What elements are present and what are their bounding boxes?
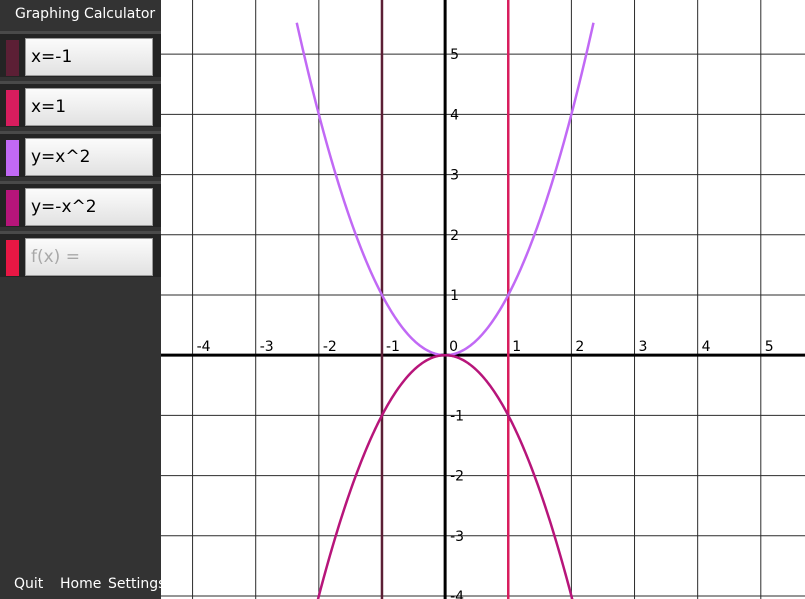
function-color-swatch[interactable]: [6, 190, 19, 226]
function-color-swatch[interactable]: [6, 240, 19, 276]
function-input[interactable]: [25, 38, 153, 76]
y-tick-label: 2: [450, 228, 459, 244]
function-color-swatch[interactable]: [6, 40, 19, 76]
graph-canvas[interactable]: -4 -3 -2 -1 0 1 2 3 4 5-4-3-2-112345: [161, 0, 805, 599]
y-tick-label: -2: [450, 469, 464, 485]
x-tick-label: 3: [639, 339, 648, 355]
function-color-swatch[interactable]: [6, 90, 19, 126]
function-input[interactable]: [25, 238, 153, 276]
sidebar: Graphing Calculator Quit Home Settings: [0, 0, 165, 599]
function-color-swatch[interactable]: [6, 140, 19, 176]
settings-button[interactable]: Settings: [108, 576, 165, 592]
function-row: [0, 181, 161, 227]
x-tick-label: 1: [512, 339, 521, 355]
y-tick-label: -3: [450, 529, 464, 545]
function-row: [0, 81, 161, 127]
function-input[interactable]: [25, 188, 153, 226]
y-tick-label: 1: [450, 288, 459, 304]
x-tick-label: 2: [575, 339, 584, 355]
x-tick-label: -1: [386, 339, 400, 355]
function-row: [0, 231, 161, 277]
function-row: [0, 31, 161, 77]
x-tick-label: -3: [260, 339, 274, 355]
y-tick-label: -4: [450, 589, 464, 599]
function-row: [0, 131, 161, 177]
x-tick-label: 5: [765, 339, 774, 355]
app-title: Graphing Calculator: [15, 6, 156, 22]
y-tick-label: 3: [450, 168, 459, 184]
y-tick-label: 4: [450, 107, 459, 123]
y-tick-label: 5: [450, 47, 459, 63]
x-tick-label: 4: [702, 339, 711, 355]
x-tick-label: -2: [323, 339, 337, 355]
x-tick-label: -4: [197, 339, 211, 355]
function-input[interactable]: [25, 138, 153, 176]
home-button[interactable]: Home: [60, 576, 101, 592]
function-input[interactable]: [25, 88, 153, 126]
quit-button[interactable]: Quit: [14, 576, 43, 592]
y-tick-label: -1: [450, 408, 464, 424]
